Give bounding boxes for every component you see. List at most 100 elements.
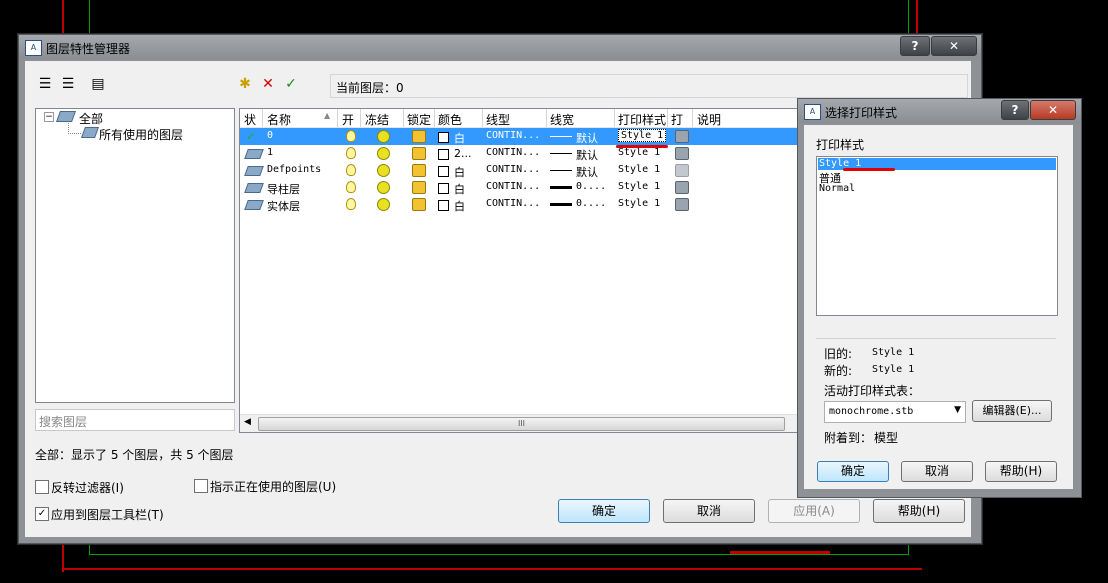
delete-layer-icon[interactable]: ✕ bbox=[259, 75, 277, 93]
plot-style-section-label: 打印样式 bbox=[816, 138, 865, 152]
bulb-icon[interactable] bbox=[346, 147, 356, 159]
color-swatch[interactable] bbox=[438, 166, 449, 177]
ok-button[interactable]: 确定 bbox=[558, 499, 650, 523]
ok-button[interactable]: 确定 bbox=[817, 461, 889, 482]
layer-color[interactable]: 白 bbox=[454, 164, 465, 180]
active-table-select[interactable]: monochrome.stb ▼ bbox=[824, 401, 966, 423]
scroll-thumb[interactable]: III bbox=[258, 417, 785, 431]
tree-root[interactable]: 全部 bbox=[79, 110, 103, 127]
collapse-icon[interactable]: − bbox=[44, 112, 54, 122]
current-layer-value: 0 bbox=[396, 81, 404, 95]
printer-icon[interactable] bbox=[675, 130, 689, 143]
invert-filter-checkbox[interactable] bbox=[35, 480, 49, 494]
new-property-filter-icon[interactable]: ☰ bbox=[36, 75, 54, 93]
new-group-filter-icon[interactable]: ☰ bbox=[59, 75, 77, 93]
lock-icon[interactable] bbox=[412, 147, 426, 160]
cad-line bbox=[908, 0, 909, 34]
layer-name[interactable]: 1 bbox=[267, 147, 273, 158]
printer-icon[interactable] bbox=[675, 147, 689, 160]
sun-icon[interactable] bbox=[377, 130, 390, 143]
layer-color[interactable]: 白 bbox=[454, 130, 465, 146]
sun-icon[interactable] bbox=[377, 164, 390, 177]
layer-name[interactable]: 导柱层 bbox=[267, 181, 300, 197]
title-bar[interactable]: A 选择打印样式 ? ✕ bbox=[798, 99, 1081, 123]
layers-icon bbox=[55, 111, 77, 122]
layer-linetype[interactable]: CONTIN... bbox=[486, 130, 540, 141]
bulb-icon[interactable] bbox=[346, 181, 356, 193]
sun-icon[interactable] bbox=[377, 147, 390, 160]
layer-plot-style[interactable]: Style 1 bbox=[618, 181, 660, 192]
layer-name[interactable]: Defpoints bbox=[267, 164, 321, 175]
new-layer-icon[interactable]: ✱ bbox=[236, 75, 254, 93]
layer-color[interactable]: 白 bbox=[454, 198, 465, 214]
col-lineweight[interactable]: 线宽 bbox=[550, 111, 574, 128]
layer-plot-style[interactable]: Style 1 bbox=[618, 198, 660, 209]
close-icon[interactable]: ✕ bbox=[1030, 100, 1076, 120]
layer-linetype[interactable]: CONTIN... bbox=[486, 198, 540, 209]
bulb-icon[interactable] bbox=[346, 198, 356, 210]
apply-toolbar-checkbox[interactable]: ✓ bbox=[35, 507, 49, 521]
col-description[interactable]: 说明 bbox=[697, 111, 721, 128]
layer-lineweight[interactable]: 默认 bbox=[576, 130, 598, 146]
help-button[interactable]: 帮助(H) bbox=[985, 461, 1057, 482]
layer-plot-style[interactable]: Style 1 bbox=[618, 164, 660, 175]
printer-icon[interactable] bbox=[675, 181, 689, 194]
cancel-button[interactable]: 取消 bbox=[663, 499, 755, 523]
lock-icon[interactable] bbox=[412, 164, 426, 177]
layer-lineweight[interactable]: 默认 bbox=[576, 164, 598, 180]
help-icon[interactable]: ? bbox=[900, 36, 930, 56]
indicate-in-use-checkbox[interactable] bbox=[194, 479, 208, 493]
plot-style-list[interactable]: Style 1 普通 Normal bbox=[816, 156, 1058, 316]
cancel-button[interactable]: 取消 bbox=[901, 461, 973, 482]
layer-lineweight[interactable]: 默认 bbox=[576, 147, 598, 163]
col-plot[interactable]: 打 bbox=[671, 111, 683, 128]
tree-child[interactable]: 所有使用的图层 bbox=[99, 126, 183, 143]
chevron-down-icon[interactable]: ▼ bbox=[954, 405, 961, 415]
layer-linetype[interactable]: CONTIN... bbox=[486, 164, 540, 175]
layer-color[interactable]: 白 bbox=[454, 181, 465, 197]
col-status[interactable]: 状 bbox=[244, 111, 256, 128]
cad-line bbox=[62, 568, 922, 570]
lock-icon[interactable] bbox=[412, 130, 426, 143]
layer-states-manager-icon[interactable]: ▤ bbox=[89, 75, 107, 93]
layer-lineweight[interactable]: 0.... bbox=[576, 198, 606, 209]
cad-line bbox=[62, 0, 64, 34]
scroll-left-icon[interactable]: ◀ bbox=[244, 417, 251, 427]
layer-lineweight[interactable]: 0.... bbox=[576, 181, 606, 192]
col-on[interactable]: 开 bbox=[342, 111, 354, 128]
editor-button[interactable]: 编辑器(E)... bbox=[972, 400, 1052, 422]
col-freeze[interactable]: 冻结 bbox=[365, 111, 389, 128]
set-current-icon[interactable]: ✓ bbox=[282, 75, 300, 93]
sun-icon[interactable] bbox=[377, 198, 390, 211]
close-icon[interactable]: ✕ bbox=[931, 36, 977, 56]
help-button[interactable]: 帮助(H) bbox=[873, 499, 965, 523]
layer-plot-style[interactable]: Style 1 bbox=[618, 129, 667, 142]
layer-color[interactable]: 2... bbox=[454, 147, 472, 160]
layer-name[interactable]: 0 bbox=[267, 130, 273, 141]
col-linetype[interactable]: 线型 bbox=[486, 111, 510, 128]
bulb-icon[interactable] bbox=[346, 130, 356, 142]
color-swatch[interactable] bbox=[438, 183, 449, 194]
col-plot-style[interactable]: 打印样式 bbox=[618, 111, 666, 128]
layer-name[interactable]: 实体层 bbox=[267, 198, 300, 214]
list-item[interactable]: Normal bbox=[819, 183, 855, 194]
col-color[interactable]: 颜色 bbox=[438, 111, 462, 128]
bulb-icon[interactable] bbox=[346, 164, 356, 176]
layer-linetype[interactable]: CONTIN... bbox=[486, 181, 540, 192]
lock-icon[interactable] bbox=[412, 198, 426, 211]
col-lock[interactable]: 锁定 bbox=[407, 111, 431, 128]
lock-icon[interactable] bbox=[412, 181, 426, 194]
no-plot-icon[interactable] bbox=[675, 164, 689, 177]
col-name[interactable]: 名称 bbox=[267, 111, 291, 128]
search-input[interactable]: 搜索图层 bbox=[35, 409, 235, 431]
apply-button[interactable]: 应用(A) bbox=[768, 499, 860, 523]
title-bar[interactable]: A 图层特性管理器 ? ✕ bbox=[19, 35, 981, 59]
layer-plot-style[interactable]: Style 1 bbox=[618, 147, 660, 158]
color-swatch[interactable] bbox=[438, 132, 449, 143]
layer-linetype[interactable]: CONTIN... bbox=[486, 147, 540, 158]
sun-icon[interactable] bbox=[377, 181, 390, 194]
color-swatch[interactable] bbox=[438, 149, 449, 160]
color-swatch[interactable] bbox=[438, 200, 449, 211]
help-icon[interactable]: ? bbox=[1001, 100, 1029, 120]
printer-icon[interactable] bbox=[675, 198, 689, 211]
